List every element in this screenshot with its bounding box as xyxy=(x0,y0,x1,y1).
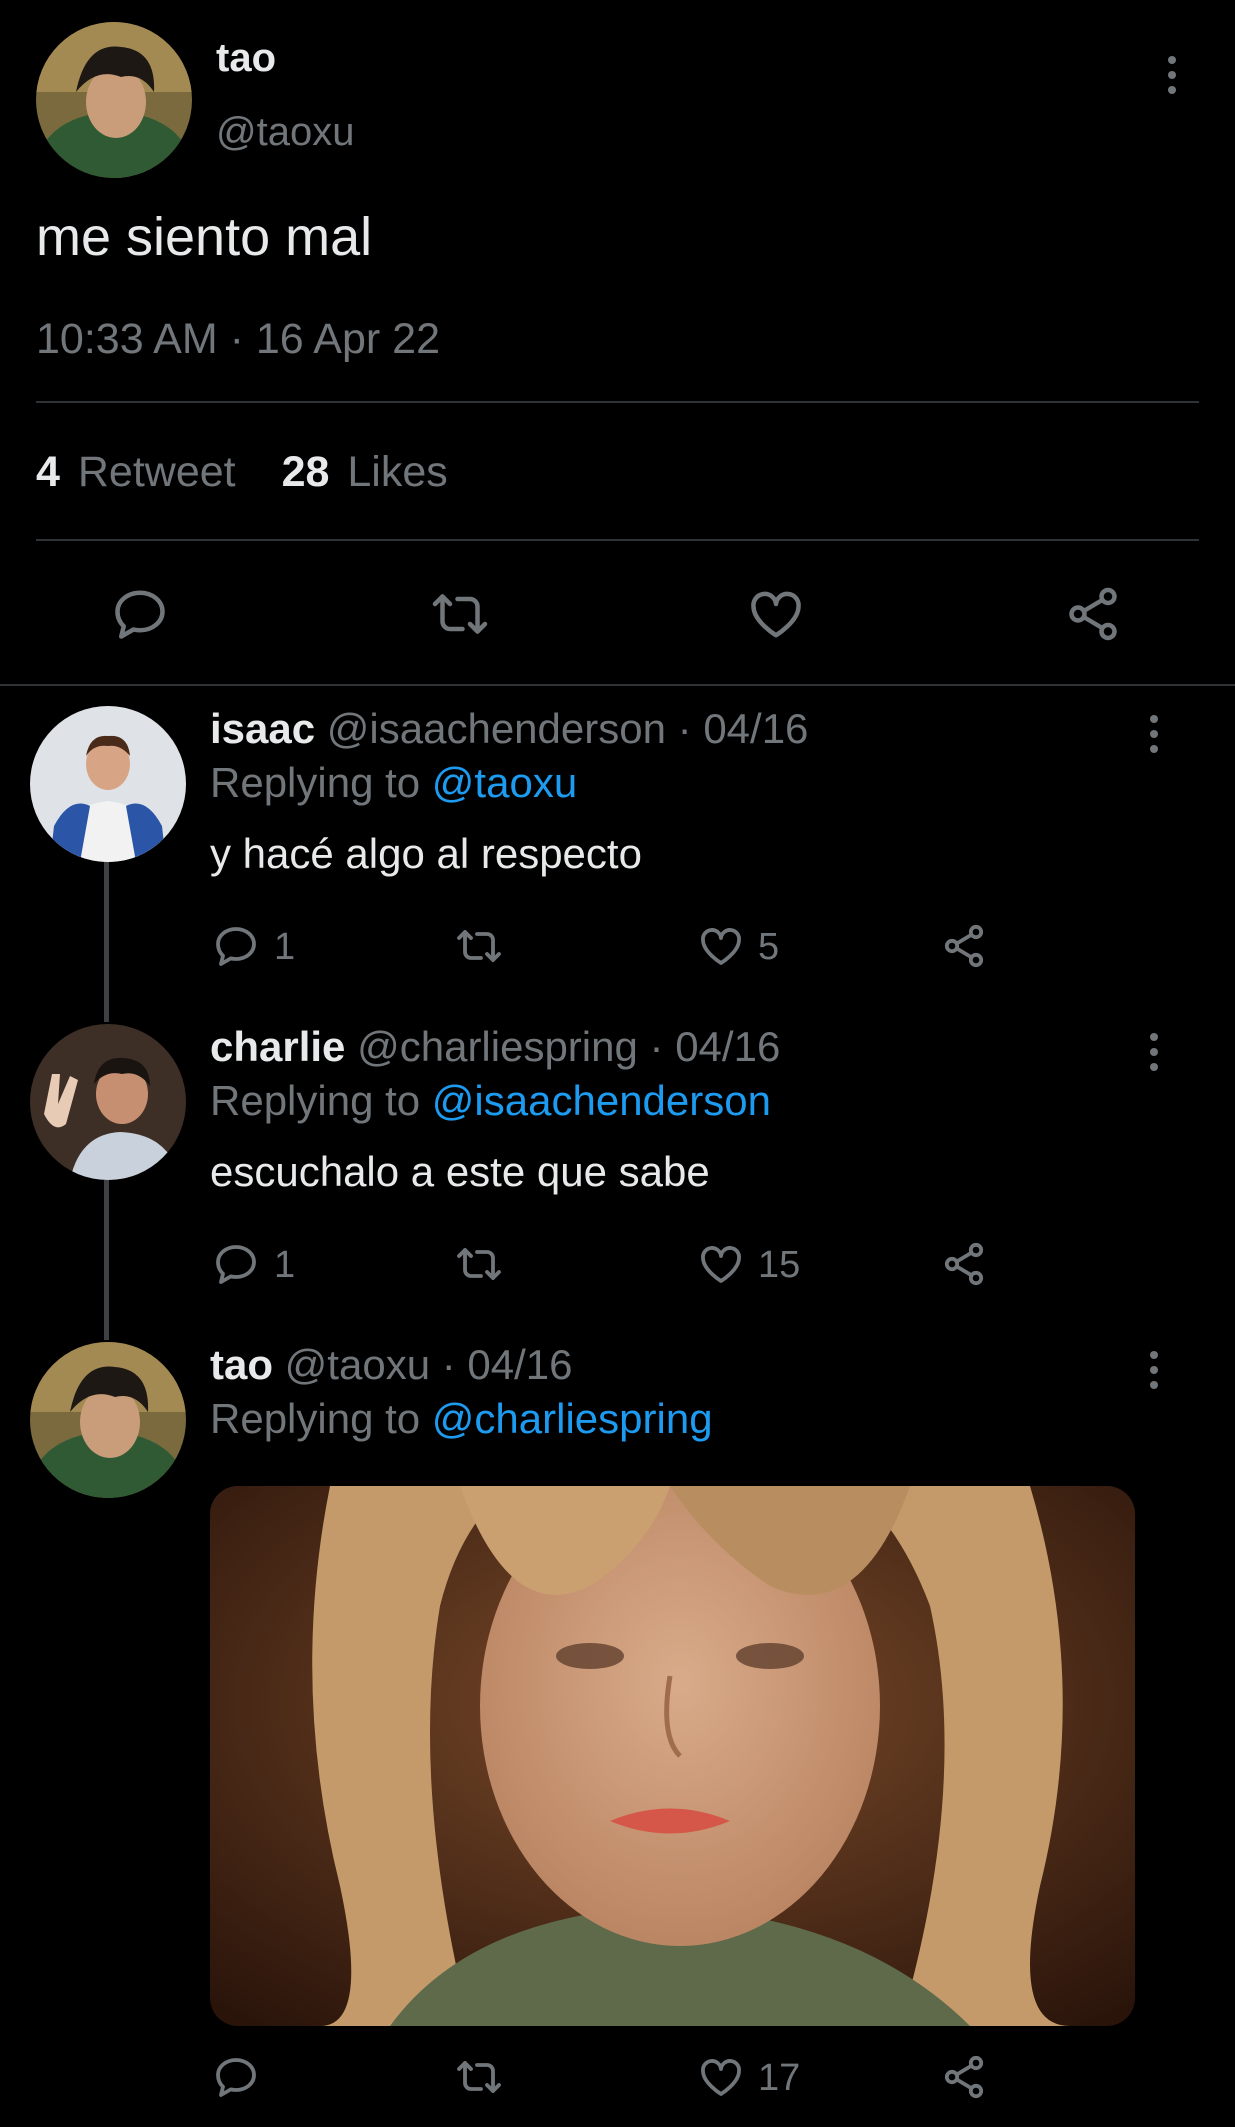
reply-date[interactable]: 04/16 xyxy=(467,1341,572,1388)
reply-icon[interactable] xyxy=(212,1240,260,1288)
retweet-label[interactable]: Retweet xyxy=(78,448,236,496)
like-count: 5 xyxy=(758,926,780,968)
reply-date[interactable]: 04/16 xyxy=(675,1023,780,1070)
divider xyxy=(36,401,1199,403)
reply-count: 1 xyxy=(274,1244,296,1286)
reply-author-name[interactable]: isaac xyxy=(210,705,315,752)
reply-icon[interactable] xyxy=(212,922,260,970)
reply-header: charlie @charliespring · 04/16 xyxy=(210,1023,780,1071)
main-tweet-timestamp[interactable]: 10:33 AM · 16 Apr 22 xyxy=(36,315,440,364)
engagement-stats: 4 Retweet 28 Likes xyxy=(36,448,448,497)
share-icon[interactable] xyxy=(940,922,988,970)
more-vertical-icon[interactable] xyxy=(1149,715,1159,753)
replying-to-line: Replying to @charliespring xyxy=(210,1395,713,1443)
replying-to-link[interactable]: @taoxu xyxy=(432,759,577,806)
like-icon[interactable] xyxy=(746,584,806,644)
more-vertical-icon[interactable] xyxy=(1149,1351,1159,1389)
separator: · xyxy=(677,705,692,752)
reply-text: escuchalo a este que sabe xyxy=(210,1148,710,1195)
avatar-charlie[interactable] xyxy=(30,1024,186,1180)
more-vertical-icon[interactable] xyxy=(1149,1033,1159,1071)
reply-date[interactable]: 04/16 xyxy=(703,705,808,752)
main-author-name[interactable]: tao xyxy=(216,36,276,81)
like-icon[interactable] xyxy=(697,2053,745,2101)
retweet-icon[interactable] xyxy=(452,922,506,970)
like-label[interactable]: Likes xyxy=(347,448,447,496)
more-vertical-icon[interactable] xyxy=(1167,56,1177,94)
retweet-icon[interactable] xyxy=(452,1240,506,1288)
replying-to-label: Replying to xyxy=(210,759,421,806)
reply-author-name[interactable]: tao xyxy=(210,1341,273,1388)
avatar-tao[interactable] xyxy=(30,1342,186,1498)
like-count[interactable]: 28 xyxy=(282,448,330,496)
avatar-charlie-image xyxy=(30,1024,186,1180)
media-photo xyxy=(210,1486,1135,2026)
reply-media-image[interactable] xyxy=(210,1486,1135,2026)
avatar-tao[interactable] xyxy=(36,22,192,178)
separator: · xyxy=(649,1023,664,1070)
like-count: 17 xyxy=(758,2057,801,2099)
avatar-isaac[interactable] xyxy=(30,706,186,862)
retweet-icon[interactable] xyxy=(428,584,492,644)
separator: · xyxy=(441,1341,456,1388)
avatar-tao-image xyxy=(30,1342,186,1498)
share-icon[interactable] xyxy=(940,1240,988,1288)
avatar-isaac-image xyxy=(30,706,186,862)
replying-to-link[interactable]: @charliespring xyxy=(432,1395,713,1442)
like-count: 15 xyxy=(758,1244,801,1286)
main-author-handle[interactable]: @taoxu xyxy=(216,110,354,155)
replying-to-label: Replying to xyxy=(210,1077,421,1124)
like-icon[interactable] xyxy=(697,1240,745,1288)
share-icon[interactable] xyxy=(1063,584,1123,644)
thread-line xyxy=(104,862,109,1022)
replying-to-line: Replying to @taoxu xyxy=(210,759,577,807)
reply-header: isaac @isaachenderson · 04/16 xyxy=(210,705,808,753)
reply-count: 1 xyxy=(274,926,296,968)
reply-author-name[interactable]: charlie xyxy=(210,1023,345,1070)
reply-author-handle[interactable]: @charliespring xyxy=(357,1023,638,1070)
main-tweet-text: me siento mal xyxy=(36,207,373,267)
reply-icon[interactable] xyxy=(110,584,170,644)
replying-to-link[interactable]: @isaachenderson xyxy=(432,1077,771,1124)
like-icon[interactable] xyxy=(697,922,745,970)
avatar-tao-image xyxy=(36,22,192,178)
reply-icon[interactable] xyxy=(212,2053,260,2101)
share-icon[interactable] xyxy=(940,2053,988,2101)
reply-author-handle[interactable]: @taoxu xyxy=(285,1341,430,1388)
reply-author-handle[interactable]: @isaachenderson xyxy=(327,705,666,752)
retweet-count[interactable]: 4 xyxy=(36,448,60,496)
thread-line xyxy=(104,1180,109,1340)
reply-header: tao @taoxu · 04/16 xyxy=(210,1341,573,1389)
divider xyxy=(0,684,1235,686)
divider xyxy=(36,539,1199,541)
replying-to-label: Replying to xyxy=(210,1395,421,1442)
replying-to-line: Replying to @isaachenderson xyxy=(210,1077,771,1125)
retweet-icon[interactable] xyxy=(452,2053,506,2101)
reply-text: y hacé algo al respecto xyxy=(210,830,642,877)
